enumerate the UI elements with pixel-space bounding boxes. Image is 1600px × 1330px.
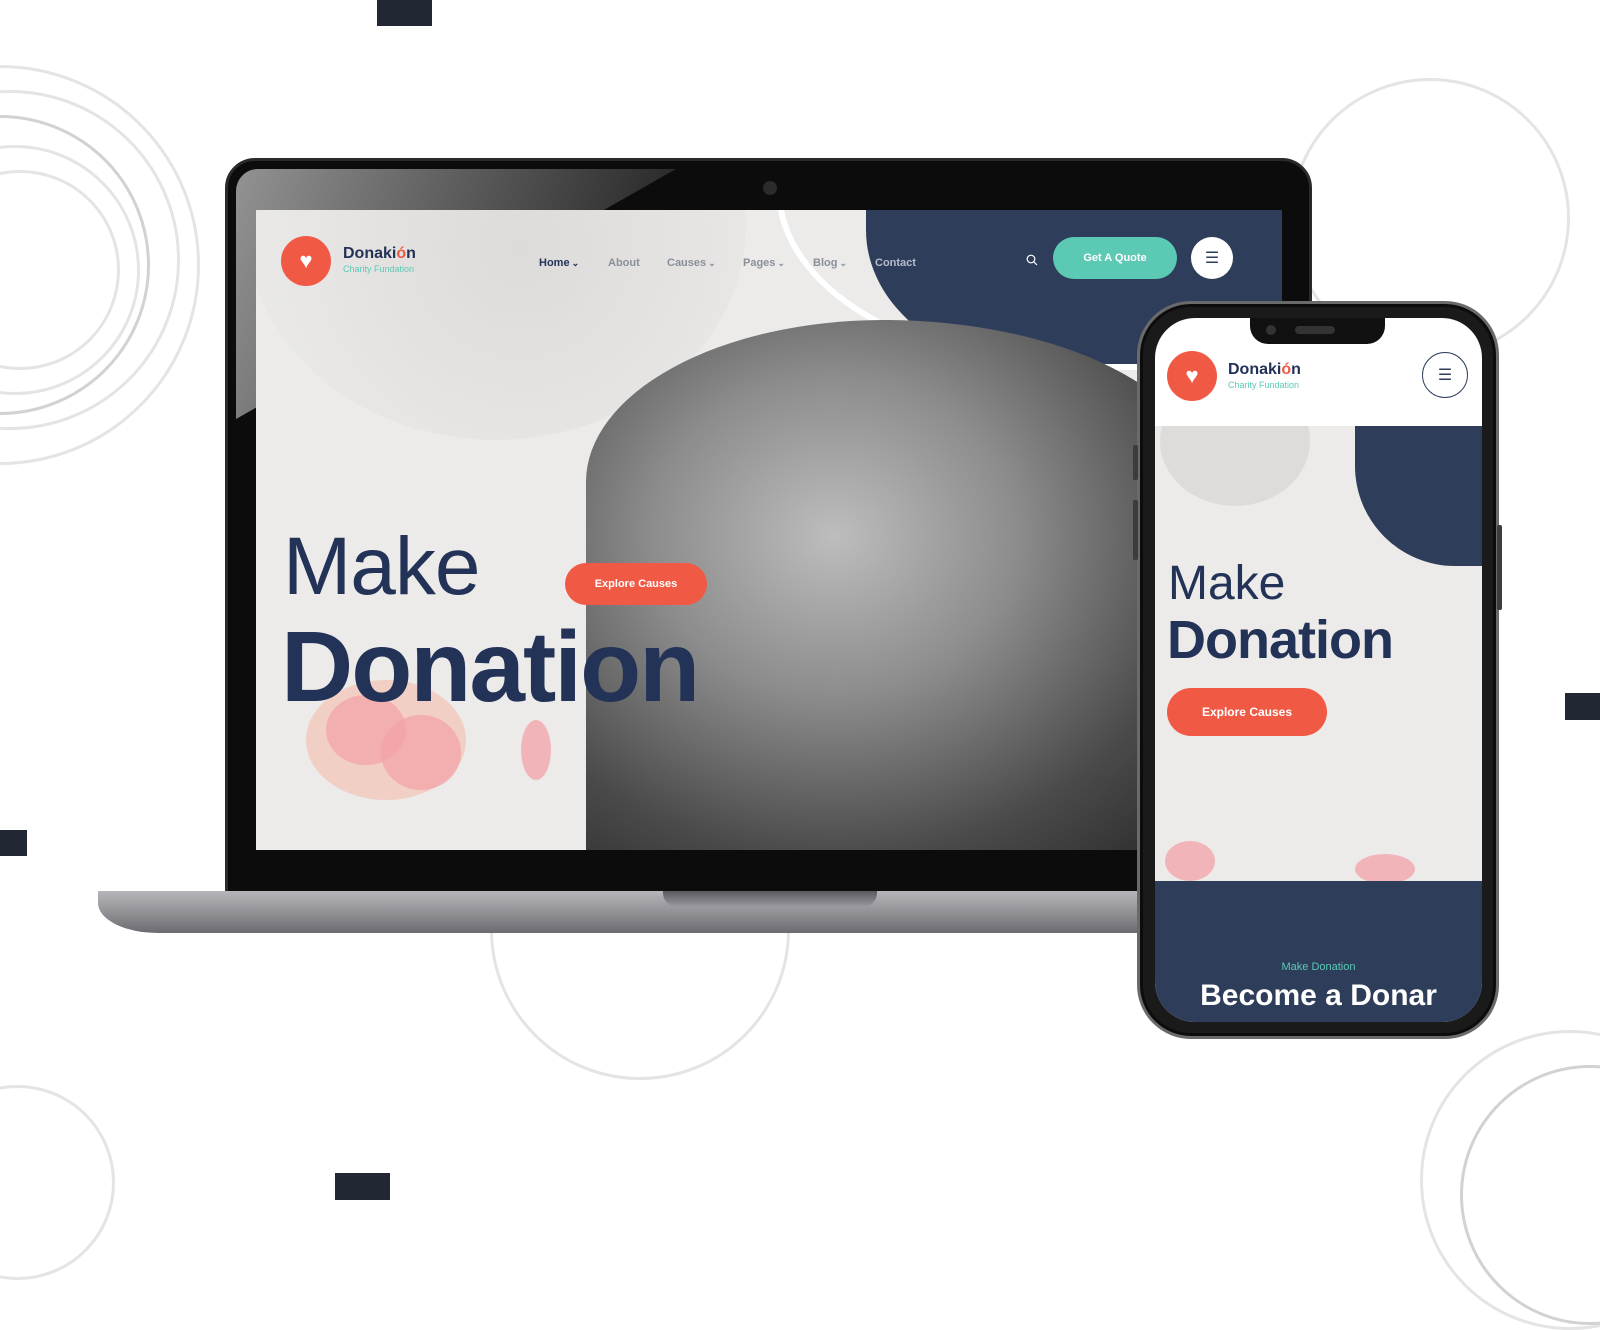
nav-pages[interactable]: Pages ⌄ — [743, 257, 785, 269]
hamburger-icon: ☰ — [1204, 250, 1220, 267]
laptop-hinge-notch — [663, 891, 877, 907]
decorative-square — [335, 1173, 390, 1200]
decorative-ring — [0, 1085, 115, 1280]
logo[interactable]: ♥ — [1167, 351, 1217, 401]
chevron-down-icon: ⌄ — [839, 258, 847, 268]
hero-heading-bold: Donation — [1167, 610, 1394, 670]
menu-button[interactable]: ☰ — [1422, 352, 1468, 398]
chevron-down-icon: ⌄ — [708, 258, 716, 268]
heart-decoration — [381, 715, 461, 790]
background-photo-circle — [1160, 426, 1310, 506]
heart-decoration — [521, 720, 551, 780]
heart-hands-icon: ♥ — [299, 248, 313, 273]
heart-hands-icon: ♥ — [1185, 363, 1199, 388]
explore-causes-button[interactable]: Explore Causes — [1167, 688, 1327, 736]
brand-tagline: Charity Fundation — [343, 264, 415, 274]
decorative-square — [377, 0, 432, 26]
chevron-down-icon: ⌄ — [571, 258, 580, 268]
heart-decoration — [1355, 854, 1415, 881]
heart-decoration — [1165, 841, 1215, 881]
phone-notch — [1250, 318, 1385, 344]
speaker-grille — [1295, 326, 1335, 334]
menu-button[interactable]: ☰ — [1191, 237, 1233, 279]
camera-icon — [763, 181, 777, 195]
nav-blog[interactable]: Blog ⌄ — [813, 257, 847, 269]
hero-heading-bold: Donation — [281, 611, 700, 723]
brand-tagline: Charity Fundation — [1228, 380, 1300, 390]
become-donor-section: Make Donation Become a Donar — [1155, 881, 1482, 1022]
desktop-navbar: ♥ Donakión Charity Fundation Home ⌄ About… — [256, 210, 1282, 310]
brand-name: Donakión — [1228, 361, 1301, 378]
phone-side-button — [1133, 445, 1138, 480]
logo[interactable]: ♥ — [281, 236, 331, 286]
search-icon[interactable] — [1026, 254, 1038, 266]
navy-shape — [1355, 426, 1482, 566]
decorative-square — [0, 830, 27, 856]
section-eyebrow: Make Donation — [1281, 961, 1356, 973]
nav-causes[interactable]: Causes ⌄ — [667, 257, 716, 269]
phone-side-button — [1497, 525, 1502, 610]
section-title: Become a Donar — [1200, 979, 1437, 1012]
nav-about[interactable]: About — [608, 257, 640, 269]
explore-causes-button[interactable]: Explore Causes — [565, 563, 707, 605]
front-camera-icon — [1266, 325, 1276, 335]
mobile-hero: Make Donation Explore Causes — [1155, 426, 1482, 881]
mobile-website-screen: ♥ Donakión Charity Fundation ☰ Make Dona… — [1155, 318, 1482, 1022]
chevron-down-icon: ⌄ — [777, 258, 785, 268]
get-a-quote-button[interactable]: Get A Quote — [1053, 237, 1177, 279]
phone-side-button — [1133, 500, 1138, 560]
decorative-square — [1565, 693, 1600, 720]
brand-name: Donakión — [343, 245, 416, 262]
nav-home[interactable]: Home ⌄ — [539, 257, 579, 269]
hamburger-icon: ☰ — [1437, 367, 1453, 384]
hero-heading-light: Make — [283, 521, 481, 612]
desktop-website-screen: ♥ Donakión Charity Fundation Home ⌄ About… — [256, 210, 1282, 850]
nav-contact[interactable]: Contact — [875, 257, 916, 269]
hero-heading-light: Make — [1168, 557, 1286, 610]
